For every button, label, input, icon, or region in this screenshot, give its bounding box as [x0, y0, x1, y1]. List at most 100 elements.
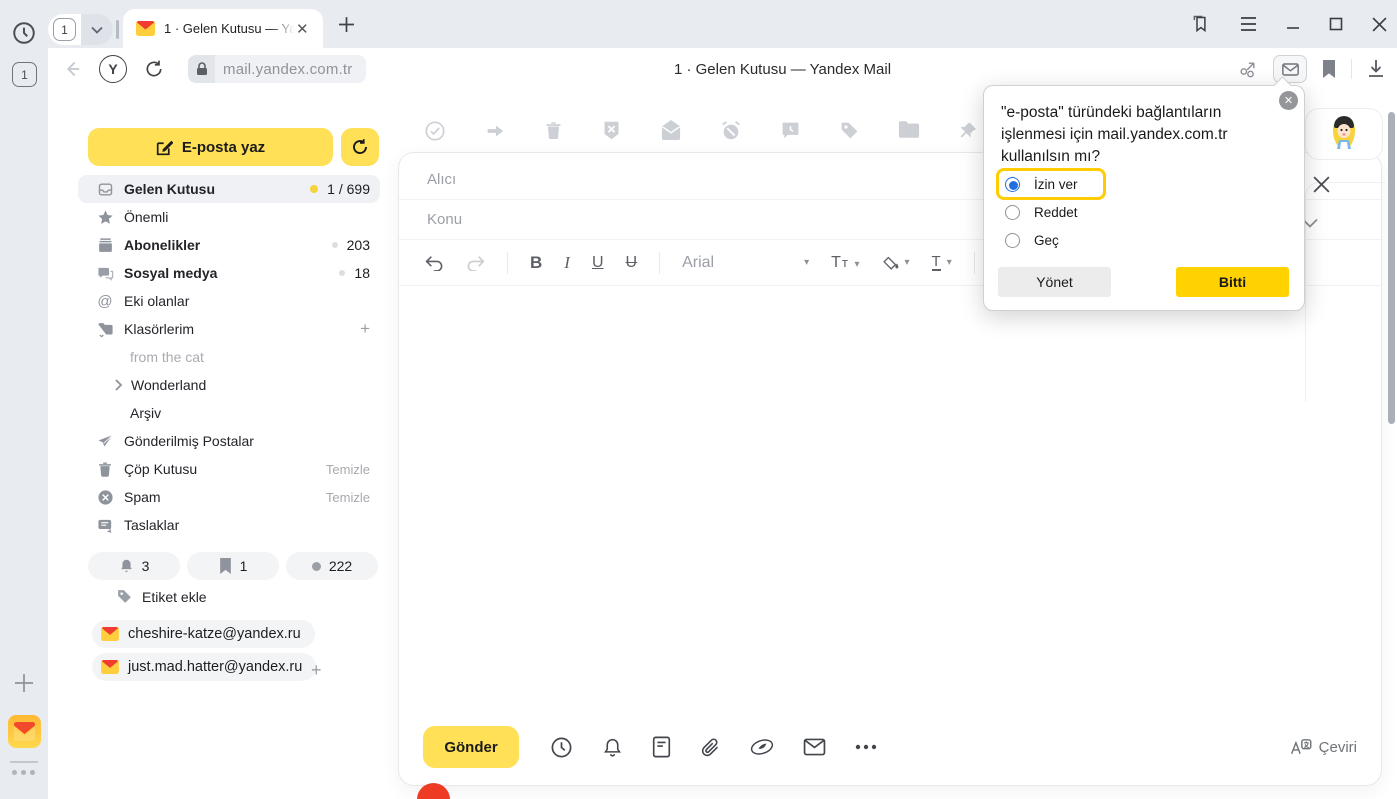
sidebar-item-social[interactable]: Sosyal medya 18	[78, 259, 380, 287]
more-options-icon[interactable]	[855, 744, 877, 750]
refresh-button[interactable]	[341, 128, 379, 166]
close-tab-icon[interactable]: ✕	[296, 20, 309, 38]
redo-icon[interactable]	[466, 255, 485, 271]
sidebar-item-important[interactable]: Önemli	[78, 203, 380, 231]
downloads-icon[interactable]	[1367, 59, 1385, 79]
clear-trash-link[interactable]: Temizle	[326, 462, 370, 477]
dialog-close-icon[interactable]: ✕	[1279, 91, 1298, 110]
delete-icon[interactable]	[544, 120, 563, 142]
attach-from-disk-icon[interactable]	[750, 737, 774, 757]
close-compose-icon[interactable]	[1312, 175, 1331, 194]
reload-icon[interactable]	[144, 59, 164, 79]
italic-icon[interactable]: I	[564, 253, 570, 273]
rail-more-icon[interactable]	[12, 770, 35, 775]
url-field[interactable]: mail.yandex.com.tr	[188, 55, 366, 83]
template-icon[interactable]	[652, 736, 671, 758]
sidebar-item-wonderland[interactable]: Wonderland	[78, 371, 380, 399]
minimize-icon[interactable]	[1286, 17, 1300, 31]
new-tab-button[interactable]	[338, 16, 355, 33]
schedule-send-icon[interactable]	[550, 736, 573, 759]
close-window-icon[interactable]	[1372, 17, 1387, 32]
rail-add-icon[interactable]	[12, 671, 36, 695]
sidebar-item-inbox[interactable]: Gelen Kutusu 1 / 699	[78, 175, 380, 203]
translate-button[interactable]: Çeviri	[1290, 738, 1357, 756]
menu-icon[interactable]	[1240, 17, 1257, 31]
tab-group-chip[interactable]: 1	[48, 14, 113, 45]
lock-icon[interactable]	[188, 55, 215, 83]
back-icon[interactable]	[60, 58, 82, 80]
unread-counter[interactable]: 222	[286, 552, 378, 580]
to-input[interactable]	[425, 170, 1076, 189]
bookmarks-panel-icon[interactable]	[1190, 14, 1211, 35]
compose-button[interactable]: E-posta yaz	[88, 128, 333, 166]
user-card[interactable]	[1305, 108, 1383, 160]
yandex-mail-app-icon[interactable]	[8, 715, 41, 748]
maximize-icon[interactable]	[1329, 17, 1343, 31]
radio-selected-icon[interactable]	[1005, 177, 1020, 192]
font-size-select[interactable]: Tт ▾	[831, 254, 860, 272]
label-icon[interactable]	[839, 120, 860, 142]
clear-spam-link[interactable]: Temizle	[326, 490, 370, 505]
add-label-button[interactable]: Etiket ekle	[116, 588, 207, 605]
sidebar-item-with-attachments[interactable]: @ Eki olanlar	[78, 287, 380, 315]
strikethrough-icon[interactable]: U	[626, 254, 638, 272]
sidebar-item-sent[interactable]: Gönderilmiş Postalar	[78, 427, 380, 455]
sidebar-item-subscriptions[interactable]: Abonelikler 203	[78, 231, 380, 259]
send-button[interactable]: Gönder	[423, 726, 519, 768]
share-icon[interactable]	[1238, 59, 1258, 79]
option-skip[interactable]: Geç	[996, 225, 1059, 256]
tab-count-badge[interactable]: 1	[12, 62, 37, 87]
sidebar-item-trash[interactable]: Çöp Kutusu Temizle	[78, 455, 380, 483]
sidebar-item-from-the-cat[interactable]: from the cat	[78, 343, 380, 371]
expand-folder-icon[interactable]	[114, 379, 123, 391]
attachment-icon: @	[96, 293, 114, 310]
radio-icon[interactable]	[1005, 205, 1020, 220]
sidebar-item-archive[interactable]: Arşiv	[78, 399, 380, 427]
page-scrollbar[interactable]	[1388, 112, 1395, 424]
account-cheshire[interactable]: cheshire-katze@yandex.ru	[92, 620, 315, 648]
highlight-color-icon[interactable]: ▾	[882, 254, 909, 271]
chevron-down-icon[interactable]: ▾	[804, 257, 809, 268]
bookmark-icon[interactable]	[1322, 60, 1336, 78]
option-allow[interactable]: İzin ver	[996, 168, 1106, 200]
text-color-icon[interactable]: T▾	[932, 254, 952, 271]
rail-divider	[10, 761, 38, 763]
sidebar-item-my-folders[interactable]: Klasörlerim +	[78, 315, 380, 343]
manage-button[interactable]: Yönet	[998, 267, 1111, 297]
font-family-select[interactable]: Arial	[682, 254, 782, 272]
attach-from-mail-icon[interactable]	[803, 738, 826, 756]
mute-icon[interactable]	[720, 120, 742, 142]
chevron-down-icon[interactable]	[81, 14, 113, 45]
history-icon[interactable]	[11, 20, 37, 46]
check-circle-icon[interactable]	[424, 120, 446, 142]
browser-window: 1 1 · Gelen Kutusu — Yand ✕	[0, 0, 1397, 799]
active-tab[interactable]: 1 · Gelen Kutusu — Yand ✕	[123, 9, 323, 48]
undo-icon[interactable]	[425, 255, 444, 271]
avatar[interactable]	[1329, 116, 1359, 152]
sidebar-item-drafts[interactable]: Taslaklar	[78, 511, 380, 539]
notify-icon[interactable]	[602, 736, 623, 759]
account-hatter[interactable]: just.mad.hatter@yandex.ru	[92, 653, 316, 681]
account-email: just.mad.hatter@yandex.ru	[128, 659, 302, 675]
spam-action-icon[interactable]	[601, 120, 622, 142]
bold-icon[interactable]: B	[530, 253, 542, 273]
bookmarks-counter[interactable]: 1	[187, 552, 279, 580]
sidebar-item-spam[interactable]: Spam Temizle	[78, 483, 380, 511]
done-button[interactable]: Bitti	[1176, 267, 1289, 297]
option-deny[interactable]: Reddet	[996, 197, 1078, 228]
yandex-browser-icon[interactable]: Y	[99, 55, 127, 83]
radio-icon[interactable]	[1005, 233, 1020, 248]
mark-read-icon[interactable]	[660, 120, 682, 142]
forward-icon[interactable]	[484, 120, 506, 142]
underline-icon[interactable]: U	[592, 254, 604, 272]
folder-label: Eki olanlar	[124, 293, 189, 309]
add-account-button[interactable]: +	[311, 660, 322, 681]
move-folder-icon[interactable]	[898, 120, 920, 142]
reminder-bubble-icon[interactable]	[780, 120, 801, 142]
subject-input[interactable]	[425, 210, 1076, 229]
pin-icon[interactable]	[958, 120, 978, 142]
add-folder-button[interactable]: +	[360, 319, 370, 339]
tag-icon	[116, 588, 133, 605]
reminders-counter[interactable]: 3	[88, 552, 180, 580]
attach-file-icon[interactable]	[700, 736, 721, 759]
